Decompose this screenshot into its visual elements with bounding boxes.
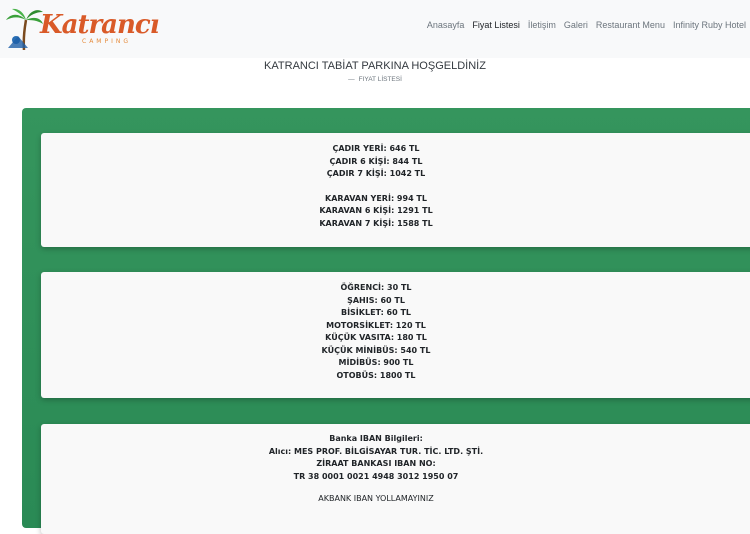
price-line: BİSİKLET: 60 TL (340, 308, 412, 317)
brand-tagline: CAMPING (82, 38, 131, 45)
nav-item-fiyat-listesi[interactable]: Fiyat Listesi (472, 20, 520, 30)
price-line: MİDİBÜS: 900 TL (338, 358, 414, 367)
palm-tree-icon (6, 8, 43, 50)
price-line: MOTORSİKLET: 120 TL (326, 320, 426, 330)
bank-iban: TR 38 0001 0021 4948 3012 1950 07 (293, 471, 459, 481)
bank-info-list: Banka IBAN Bilgileri: Alıcı: MES PROF. B… (226, 433, 526, 506)
price-line: KÜÇÜK VASITA: 180 TL (325, 333, 427, 342)
bank-recipient: Alıcı: MES PROF. BİLGİSAYAR TUR. TİC. LT… (268, 446, 484, 456)
brand-name: Katrancı (40, 10, 160, 40)
price-line: ÖĞRENCİ: 30 TL (340, 283, 412, 292)
nav-item-restaurant-menu[interactable]: Restaurant Menu (596, 20, 665, 30)
price-line: ÇADIR YERİ: 646 TL (332, 144, 420, 153)
nav-item-iletisim[interactable]: İletişim (528, 20, 556, 30)
nav-item-anasayfa[interactable]: Anasayfa (427, 20, 465, 30)
price-line: KARAVAN YERİ: 994 TL (325, 193, 427, 203)
price-line: KARAVAN 7 KİŞİ: 1588 TL (319, 218, 433, 228)
nav-item-galeri[interactable]: Galeri (564, 20, 588, 30)
price-line: ÇADIR 7 KİŞİ: 1042 TL (326, 169, 426, 178)
brand-logo[interactable]: Katrancı CAMPING (4, 6, 160, 50)
navbar: Katrancı CAMPING Anasayfa Fiyat Listesi … (0, 0, 750, 58)
breadcrumb-label: FIYAT LİSTESİ (358, 76, 402, 83)
breadcrumb-dash: — (348, 76, 355, 83)
bank-heading: Banka IBAN Bilgileri: (329, 434, 423, 443)
breadcrumb: — FIYAT LİSTESİ (0, 76, 750, 83)
price-line: KÜÇÜK MİNİBÜS: 540 TL (321, 345, 431, 355)
nav-item-infinity-ruby-hotel[interactable]: Infinity Ruby Hotel (673, 20, 746, 30)
entry-price-card: ÖĞRENCİ: 30 TL ŞAHIS: 60 TL BİSİKLET: 60… (41, 272, 750, 398)
entry-price-list: ÖĞRENCİ: 30 TL ŞAHIS: 60 TL BİSİKLET: 60… (226, 282, 526, 382)
page-title: KATRANCI TABİAT PARKINA HOŞGELDİNİZ (264, 60, 486, 72)
bank-info-card: Banka IBAN Bilgileri: Alıcı: MES PROF. B… (41, 424, 750, 534)
nav-menu: Anasayfa Fiyat Listesi İletişim Galeri R… (427, 20, 746, 30)
accommodation-price-card: ÇADIR YERİ: 646 TL ÇADIR 6 KİŞİ: 844 TL … (41, 133, 750, 247)
accommodation-price-list: ÇADIR YERİ: 646 TL ÇADIR 6 KİŞİ: 844 TL … (226, 143, 526, 230)
price-line: ŞAHIS: 60 TL (347, 295, 405, 305)
price-line: KARAVAN 6 KİŞİ: 1291 TL (319, 206, 433, 215)
price-line: ÇADIR 6 KİŞİ: 844 TL (329, 156, 423, 166)
bank-name: ZİRAAT BANKASI IBAN NO: (316, 459, 436, 468)
price-line: OTOBÜS: 1800 TL (336, 370, 416, 380)
bank-note: AKBANK IBAN YOLLAMAYINIZ (318, 494, 434, 503)
